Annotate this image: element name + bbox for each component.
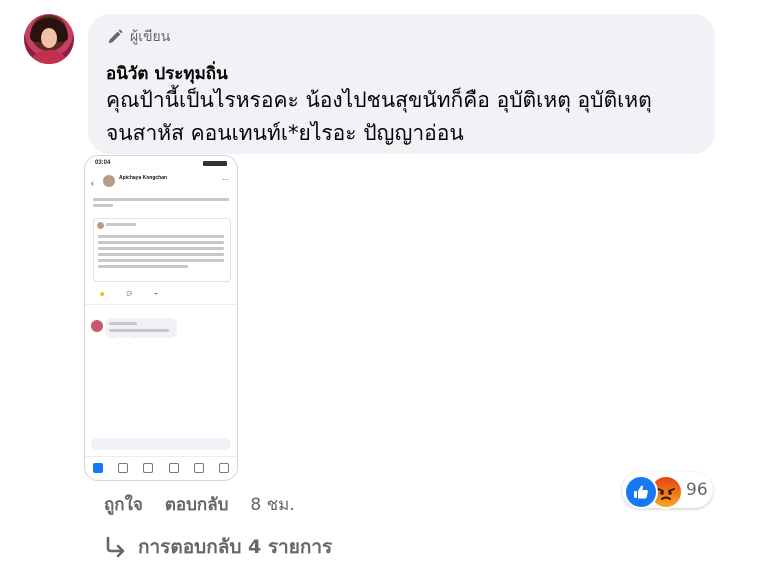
like-button[interactable]: ถูกใจ (104, 491, 143, 518)
post-author-avatar (103, 175, 115, 187)
post-action-share: ➦ (154, 291, 158, 296)
commenter-name[interactable]: อนิวัต ประทุมถิ่น (106, 60, 228, 87)
comment-input-thumb (91, 438, 231, 450)
bottom-nav (85, 456, 237, 479)
thumb-action: · (127, 341, 130, 346)
comment-bubble: ผู้เขียน อนิวัต ประทุมถิ่น คุณป้านี้เป็น… (88, 14, 715, 154)
commenter-avatar[interactable] (24, 14, 74, 64)
author-badge: ผู้เขียน (106, 26, 170, 48)
author-badge-label: ผู้เขียน (130, 29, 171, 45)
reply-button[interactable]: ตอบกลับ (165, 491, 229, 518)
phone-status-time: 03:04 (95, 160, 111, 166)
comment-avatar-thumb (91, 320, 103, 332)
avatar-dress (29, 50, 69, 64)
card-line (98, 241, 224, 244)
post-actions: 👍 💬 ➦ (99, 291, 158, 297)
card-line (98, 259, 224, 262)
card-line (106, 223, 136, 226)
like-icon (624, 475, 658, 509)
view-replies-button[interactable]: การตอบกลับ 4 รายการ (104, 532, 332, 562)
more-icon: ⋯ (222, 177, 229, 184)
comment-thumb-actions: · · · (109, 341, 129, 346)
card-line (98, 253, 224, 256)
view-replies-label: การตอบกลับ 4 รายการ (138, 536, 333, 558)
thumb-line (109, 322, 137, 325)
home-icon (92, 463, 103, 473)
comment-timestamp[interactable]: 8 ชม. (250, 491, 294, 518)
phone-status-icons (203, 161, 227, 166)
post-author-name: Apichaya Kongchan (119, 175, 168, 181)
comment-thumb-bubble (105, 318, 177, 338)
embedded-comment-card (93, 218, 231, 282)
card-line (98, 247, 224, 250)
attached-screenshot[interactable]: 03:04 ‹ Apichaya Kongchan · · ⋯ 👍 💬 ➦ · … (84, 155, 238, 481)
post-time: · · (119, 182, 123, 187)
marketplace-icon (143, 463, 154, 473)
video-icon (117, 463, 128, 473)
card-line (98, 235, 224, 238)
comment-text: คุณป้านี้เป็นไรหรอคะ น้องไปชนสุขนัทก็คือ… (106, 84, 706, 150)
post-action-like: 👍 (99, 291, 105, 296)
thumb-action: · (109, 341, 111, 346)
thumb-action: · (118, 341, 120, 346)
card-line (98, 265, 188, 268)
menu-icon (219, 463, 230, 473)
reaction-summary[interactable]: 96 (622, 472, 713, 509)
reaction-count: 96 (686, 480, 708, 500)
embedded-avatar (97, 222, 104, 229)
post-text-line (93, 204, 113, 207)
back-arrow-icon: ‹ (91, 178, 94, 188)
post-action-comment: 💬 (126, 291, 133, 296)
avatar-face (41, 28, 57, 48)
comment-text-line-1: คุณป้านี้เป็นไรหรอคะ น้องไปชนสุขนัทก็คือ… (106, 88, 652, 112)
thumb-line (109, 329, 169, 332)
comment-actions: ถูกใจ ตอบกลับ 8 ชม. (104, 491, 295, 518)
notifications-icon (193, 463, 204, 473)
post-text-line (93, 198, 229, 201)
divider (85, 304, 237, 305)
thumbs-up-icon (634, 485, 648, 499)
news-icon (168, 463, 179, 473)
pen-icon (108, 29, 123, 44)
reply-arrow-icon (106, 536, 125, 558)
comment-text-line-2: จนสาหัส คอนเทนท์เ*ยไรอะ ปัญญาอ่อน (106, 121, 464, 145)
